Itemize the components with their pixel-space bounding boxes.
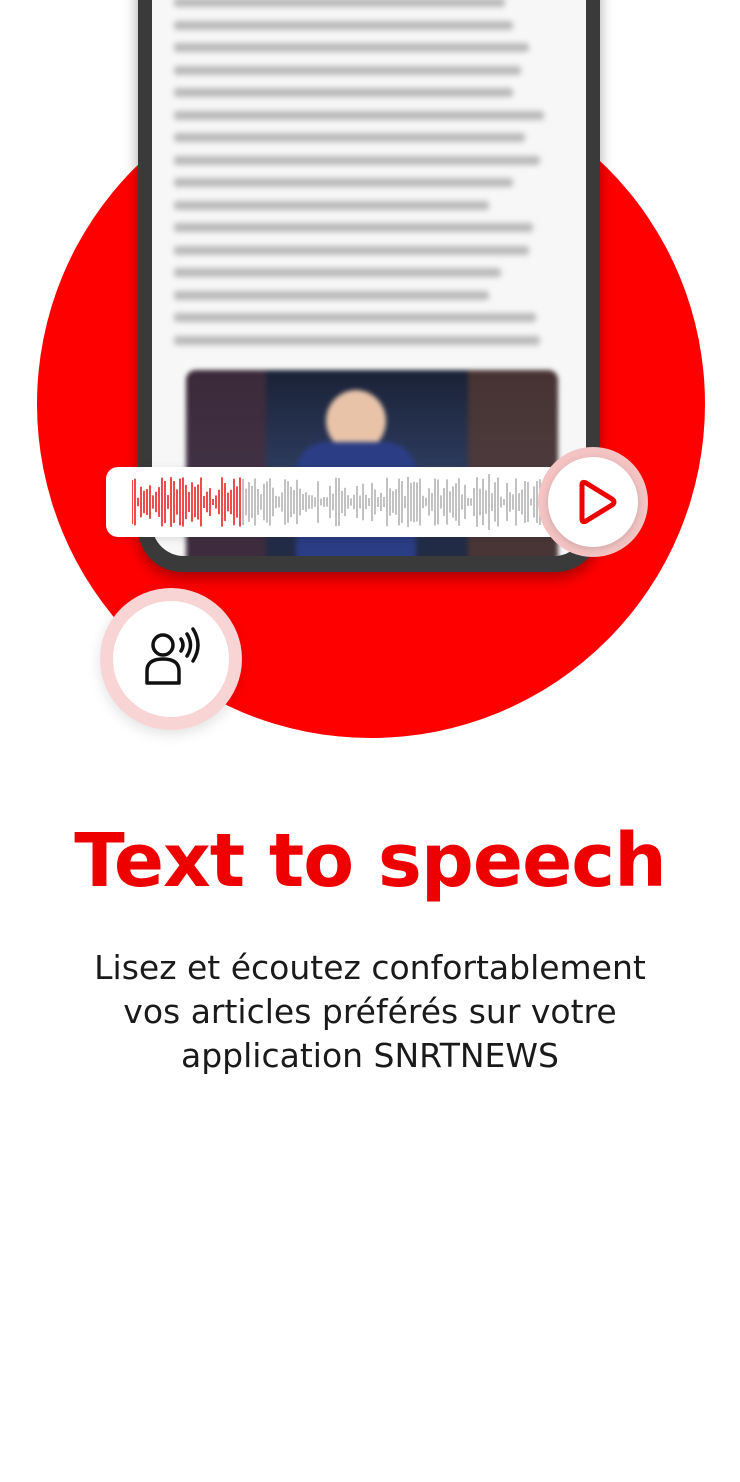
description-line: application SNRTNEWS	[181, 1036, 559, 1075]
page-title: Text to speech	[74, 818, 667, 904]
audio-waveform	[132, 474, 550, 530]
article-text-blurred	[174, 0, 568, 358]
play-icon	[579, 479, 617, 525]
play-button[interactable]	[548, 457, 638, 547]
audio-player-bar[interactable]	[106, 467, 586, 537]
voice-speaker-icon	[145, 627, 200, 685]
page-description: Lisez et écoutez confortablement vos art…	[60, 946, 680, 1078]
description-line: vos articles préférés sur votre	[123, 992, 617, 1031]
voice-speaker-button[interactable]	[113, 601, 229, 717]
description-line: Lisez et écoutez confortablement	[94, 948, 646, 987]
